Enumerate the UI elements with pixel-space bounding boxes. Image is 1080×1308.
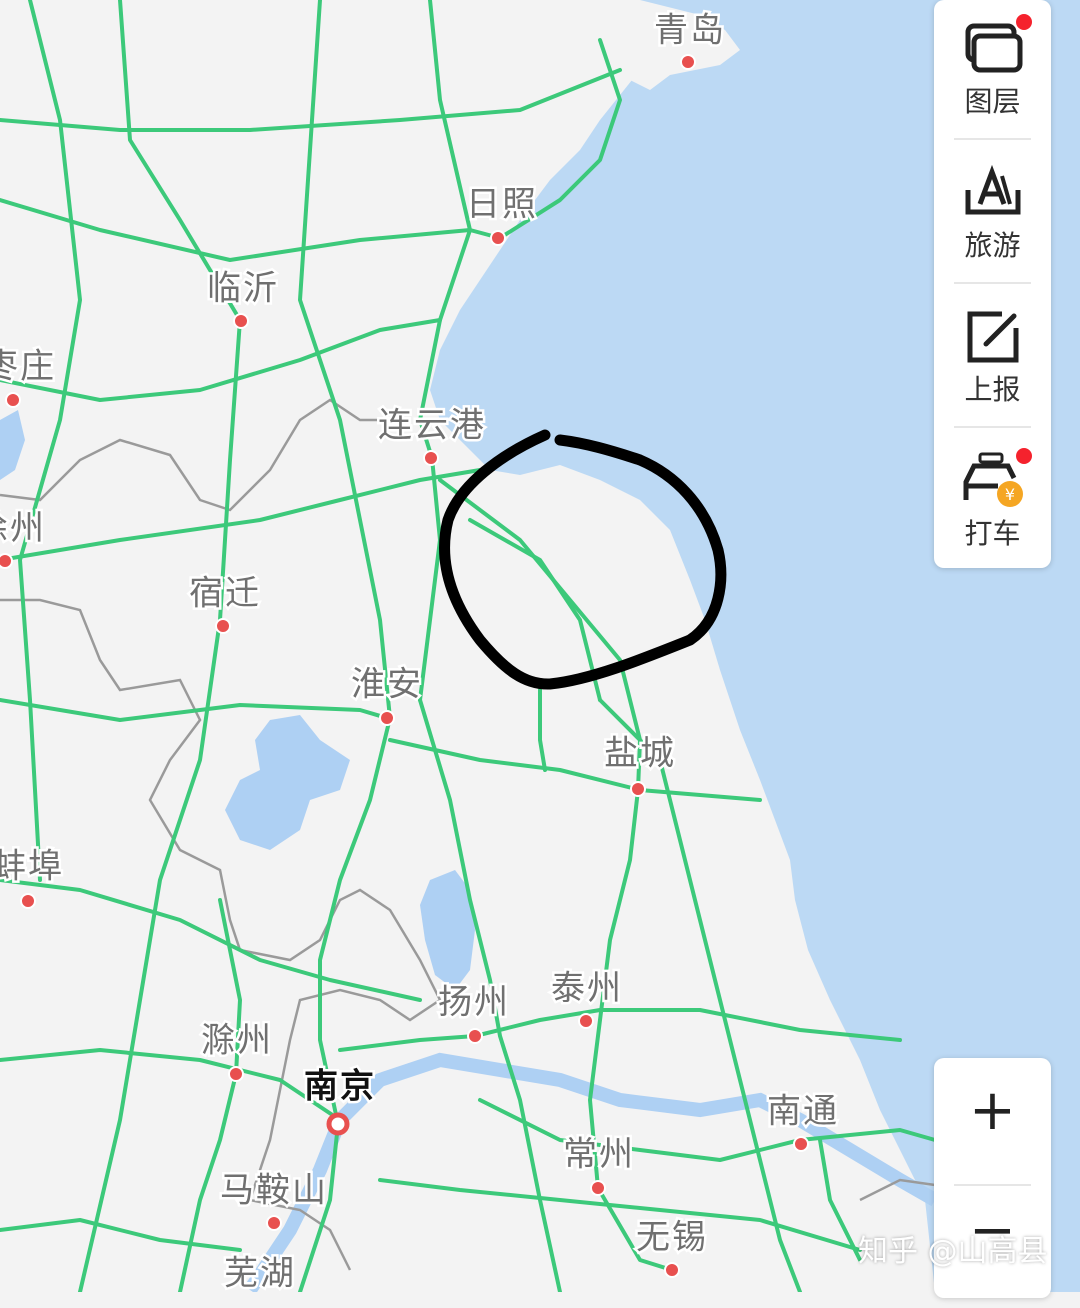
city-label: 蚌埠 — [0, 847, 64, 887]
map-canvas[interactable]: 青岛日照临沂枣庄连云港徐州宿迁淮安盐城蚌埠扬州 泰州滁州南京南通常州马鞍山无锡芜湖 — [0, 0, 1080, 1292]
taxi-icon: ¥ — [963, 452, 1023, 507]
city-dot — [490, 230, 506, 246]
city-label: 无锡 — [636, 1218, 708, 1258]
city-dot — [680, 54, 696, 70]
divider — [954, 1184, 1031, 1186]
capital-city-dot — [326, 1112, 350, 1136]
city-label: 日照 — [466, 185, 538, 225]
divider — [954, 138, 1031, 140]
city-label: 扬州 — [438, 983, 510, 1023]
layers-button[interactable]: 图层 — [934, 0, 1051, 142]
taxi-notification-dot — [1016, 448, 1032, 464]
taxi-button[interactable]: ¥ 打车 — [934, 432, 1051, 574]
city-label: 连云港 — [378, 406, 486, 446]
city-dot — [423, 450, 439, 466]
city-marker[interactable]: 芜湖 — [222, 1251, 297, 1293]
city-dot — [0, 553, 13, 569]
city-dot — [5, 392, 21, 408]
city-label: 滁州 — [201, 1021, 273, 1061]
edit-report-icon — [967, 311, 1019, 363]
city-label: 南京 — [304, 1067, 376, 1107]
city-dot — [20, 893, 36, 909]
city-dot — [266, 1215, 282, 1231]
layers-icon — [965, 23, 1023, 73]
city-label: 枣庄 — [0, 347, 56, 387]
city-dot — [228, 1066, 244, 1082]
city-label: 马鞍山 — [220, 1171, 328, 1211]
taxi-label: 打车 — [964, 517, 1021, 550]
layers-label: 图层 — [964, 85, 1021, 118]
svg-text:¥: ¥ — [1005, 485, 1015, 504]
city-label: 泰州 — [551, 969, 623, 1009]
city-label: 芜湖 — [224, 1254, 296, 1293]
city-dot — [467, 1028, 483, 1044]
divider — [954, 426, 1031, 428]
report-label: 上报 — [964, 373, 1021, 406]
city-label: 常州 — [563, 1135, 635, 1175]
tool-panel: 图层 旅游 上报 ¥ 打车 — [934, 0, 1051, 568]
city-label: 淮安 — [351, 665, 423, 705]
city-label: 盐城 — [604, 734, 676, 774]
city-dot — [215, 618, 231, 634]
city-label: 临沂 — [207, 269, 279, 309]
city-label: 青岛 — [654, 11, 726, 51]
divider — [954, 282, 1031, 284]
city-dot — [578, 1013, 594, 1029]
city-dot — [793, 1136, 809, 1152]
zoom-in-button[interactable]: + — [934, 1078, 1051, 1188]
layers-notification-dot — [1016, 14, 1032, 30]
city-label: 徐州 — [0, 509, 46, 549]
city-label: 宿迁 — [189, 574, 261, 614]
city-label: 南通 — [767, 1092, 839, 1132]
travel-label: 旅游 — [964, 229, 1021, 262]
city-dot — [664, 1262, 680, 1278]
watermark-text: 知乎 @山高县 — [858, 1234, 1048, 1269]
report-button[interactable]: 上报 — [934, 288, 1051, 430]
travel-button[interactable]: 旅游 — [934, 144, 1051, 286]
city-dot — [630, 781, 646, 797]
city-dot — [379, 710, 395, 726]
city-dot — [590, 1180, 606, 1196]
city-dot — [233, 313, 249, 329]
travel-icon — [965, 164, 1021, 215]
